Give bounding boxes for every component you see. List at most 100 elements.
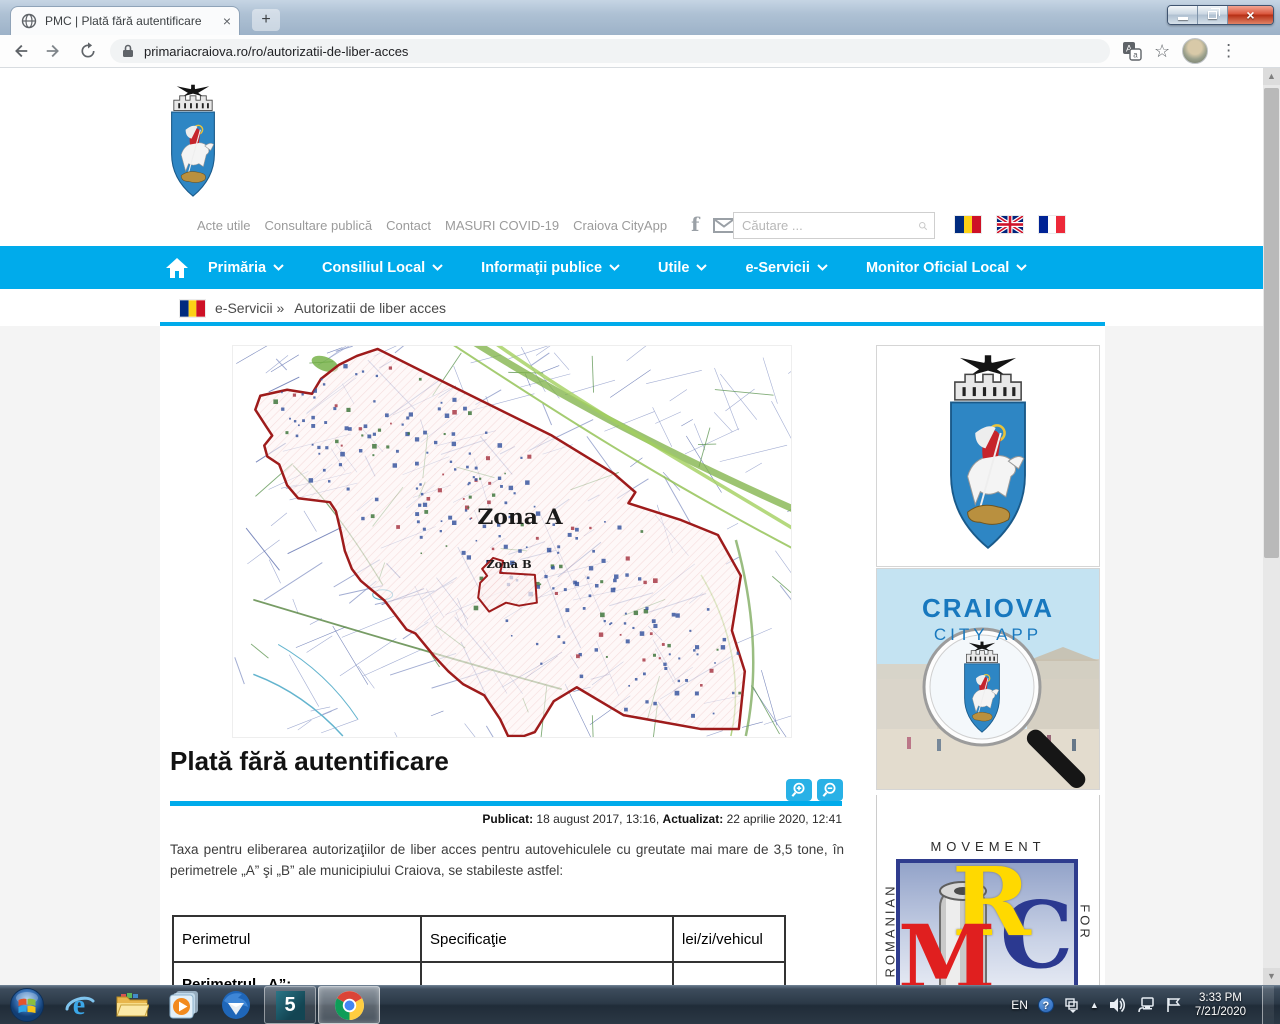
back-icon bbox=[10, 41, 30, 61]
search-box bbox=[733, 212, 935, 239]
restore-icon bbox=[1208, 11, 1217, 19]
table-header-row: Perimetrul Specificaţie lei/zi/vehicul bbox=[173, 916, 785, 962]
cityapp-title: CRAIOVA bbox=[877, 593, 1099, 624]
reload-icon bbox=[79, 42, 97, 60]
window-controls: × bbox=[1167, 5, 1274, 25]
coat-of-arms-image bbox=[920, 354, 1056, 558]
tab-title: PMC | Plată fără autentificare bbox=[45, 14, 202, 28]
sidebar-cityapp-banner[interactable]: CRAIOVA CITY APP bbox=[876, 568, 1100, 790]
minimize-icon bbox=[1178, 17, 1188, 20]
reload-button[interactable] bbox=[74, 37, 102, 65]
nav-label: Informaţii publice bbox=[481, 260, 602, 276]
show-desktop-button[interactable] bbox=[1262, 986, 1274, 1024]
back-button[interactable] bbox=[6, 37, 34, 65]
volume-icon[interactable] bbox=[1109, 997, 1127, 1013]
utility-nav: Acte utile Consultare publică Contact MA… bbox=[197, 212, 735, 238]
thunderbird-icon bbox=[220, 989, 252, 1021]
bookmark-star-icon[interactable]: ☆ bbox=[1154, 41, 1170, 62]
nav-item-e-servicii[interactable]: e-Servicii bbox=[726, 260, 847, 276]
home-icon[interactable] bbox=[165, 257, 189, 279]
language-help-icon[interactable]: ? bbox=[1038, 997, 1054, 1013]
show-hidden-icons[interactable]: ▲ bbox=[1090, 1000, 1099, 1010]
tray-time: 3:33 PM bbox=[1195, 991, 1246, 1005]
clock[interactable]: 3:33 PM 7/21/2020 bbox=[1195, 991, 1246, 1019]
forward-button[interactable] bbox=[40, 37, 68, 65]
nav-item-monitor-oficial[interactable]: Monitor Oficial Local bbox=[847, 260, 1046, 276]
nav-item-utile[interactable]: Utile bbox=[639, 260, 726, 276]
updated-value: 22 aprilie 2020, 12:41 bbox=[723, 812, 842, 826]
taskbar-internet-explorer[interactable]: e bbox=[54, 986, 106, 1024]
zoom-out-icon bbox=[821, 782, 839, 798]
nav-item-informatii-publice[interactable]: Informaţii publice bbox=[462, 260, 639, 276]
zone-b-label: Zona B bbox=[486, 557, 532, 571]
taskbar-file-explorer[interactable] bbox=[106, 986, 158, 1024]
mrc-movement-text: MOVEMENT bbox=[877, 839, 1099, 854]
close-button[interactable]: × bbox=[1228, 6, 1273, 24]
action-center-flag-icon[interactable] bbox=[1166, 997, 1181, 1013]
minimize-button[interactable] bbox=[1168, 6, 1198, 24]
english-flag-icon[interactable] bbox=[997, 216, 1023, 233]
language-flags bbox=[955, 216, 1065, 233]
start-button[interactable] bbox=[0, 986, 54, 1024]
taskbar-chrome[interactable] bbox=[318, 986, 380, 1024]
publication-info: Publicat: 18 august 2017, 13:16, Actuali… bbox=[170, 812, 842, 826]
lock-icon bbox=[122, 44, 134, 58]
craiova-coat-of-arms-logo[interactable] bbox=[155, 84, 231, 202]
taskbar-thunderbird[interactable] bbox=[210, 986, 262, 1024]
zone-a-boundary bbox=[255, 349, 744, 736]
col-header-perimetrul: Perimetrul bbox=[173, 916, 421, 962]
system-tray: EN ? ▲ 3:33 PM 7/21 bbox=[1011, 986, 1280, 1024]
breadcrumb-parent[interactable]: e-Servicii » bbox=[215, 300, 284, 316]
romanian-flag-icon[interactable] bbox=[955, 216, 981, 233]
email-icon[interactable] bbox=[713, 218, 735, 233]
utility-link-consultare-publica[interactable]: Consultare publică bbox=[264, 218, 372, 233]
nav-item-primaria[interactable]: Primăria bbox=[189, 260, 303, 276]
url-text: primariacraiova.ro/ro/autorizatii-de-lib… bbox=[144, 44, 408, 59]
browser-menu-icon[interactable]: ⋮ bbox=[1220, 41, 1237, 61]
article-body: Taxa pentru eliberarea autorizaţiilor de… bbox=[170, 840, 844, 882]
nav-item-consiliul-local[interactable]: Consiliul Local bbox=[303, 260, 462, 276]
chevron-down-icon bbox=[432, 264, 443, 271]
utility-link-masuri-covid[interactable]: MASURI COVID-19 bbox=[445, 218, 559, 233]
search-icon[interactable] bbox=[918, 216, 928, 236]
taskbar-app-5[interactable]: 5 bbox=[264, 986, 316, 1024]
page-left-margin bbox=[0, 326, 160, 985]
vertical-scrollbar[interactable]: ▲ ▼ bbox=[1263, 68, 1280, 985]
windows-start-icon bbox=[9, 987, 45, 1023]
search-input[interactable] bbox=[734, 218, 918, 233]
restore-button[interactable] bbox=[1198, 6, 1228, 24]
tab-close-icon[interactable]: × bbox=[223, 14, 231, 28]
new-tab-button[interactable]: + bbox=[252, 9, 280, 31]
address-bar[interactable]: primariacraiova.ro/ro/autorizatii-de-lib… bbox=[110, 39, 1110, 63]
desktop: PMC | Plată fără autentificare × + × bbox=[0, 0, 1280, 1024]
facebook-icon[interactable]: f bbox=[691, 214, 699, 236]
svg-text:a: a bbox=[1133, 51, 1138, 60]
cityapp-subtitle: CITY APP bbox=[877, 625, 1099, 645]
utility-link-acte-utile[interactable]: Acte utile bbox=[197, 218, 250, 233]
published-value: 18 august 2017, 13:16, bbox=[533, 812, 662, 826]
taskbar-media-player[interactable] bbox=[158, 986, 210, 1024]
utility-link-contact[interactable]: Contact bbox=[386, 218, 431, 233]
language-indicator[interactable]: EN bbox=[1011, 998, 1028, 1012]
sidebar-coat-of-arms-banner[interactable] bbox=[876, 345, 1100, 567]
nav-label: Monitor Oficial Local bbox=[866, 260, 1009, 276]
taskbar: e bbox=[0, 985, 1280, 1024]
zone-a-label: Zona A bbox=[477, 504, 563, 530]
profile-avatar[interactable] bbox=[1182, 38, 1208, 64]
scroll-up-arrow[interactable]: ▲ bbox=[1263, 68, 1280, 85]
mrc-for-text: FOR bbox=[1078, 893, 1093, 953]
utility-link-cityapp[interactable]: Craiova CityApp bbox=[573, 218, 667, 233]
media-player-icon bbox=[168, 989, 200, 1021]
window-switcher-icon[interactable] bbox=[1064, 997, 1080, 1013]
translate-icon[interactable]: A a bbox=[1122, 41, 1142, 61]
scrollbar-thumb[interactable] bbox=[1264, 88, 1279, 558]
published-label: Publicat: bbox=[482, 812, 533, 826]
internet-explorer-icon: e bbox=[64, 989, 96, 1021]
chevron-down-icon bbox=[817, 264, 828, 271]
scroll-down-arrow[interactable]: ▼ bbox=[1263, 968, 1280, 985]
zoom-in-button[interactable] bbox=[786, 779, 812, 801]
french-flag-icon[interactable] bbox=[1039, 216, 1065, 233]
network-icon[interactable] bbox=[1137, 997, 1156, 1013]
browser-tab[interactable]: PMC | Plată fără autentificare × bbox=[10, 6, 240, 35]
zoom-out-button[interactable] bbox=[817, 779, 843, 801]
